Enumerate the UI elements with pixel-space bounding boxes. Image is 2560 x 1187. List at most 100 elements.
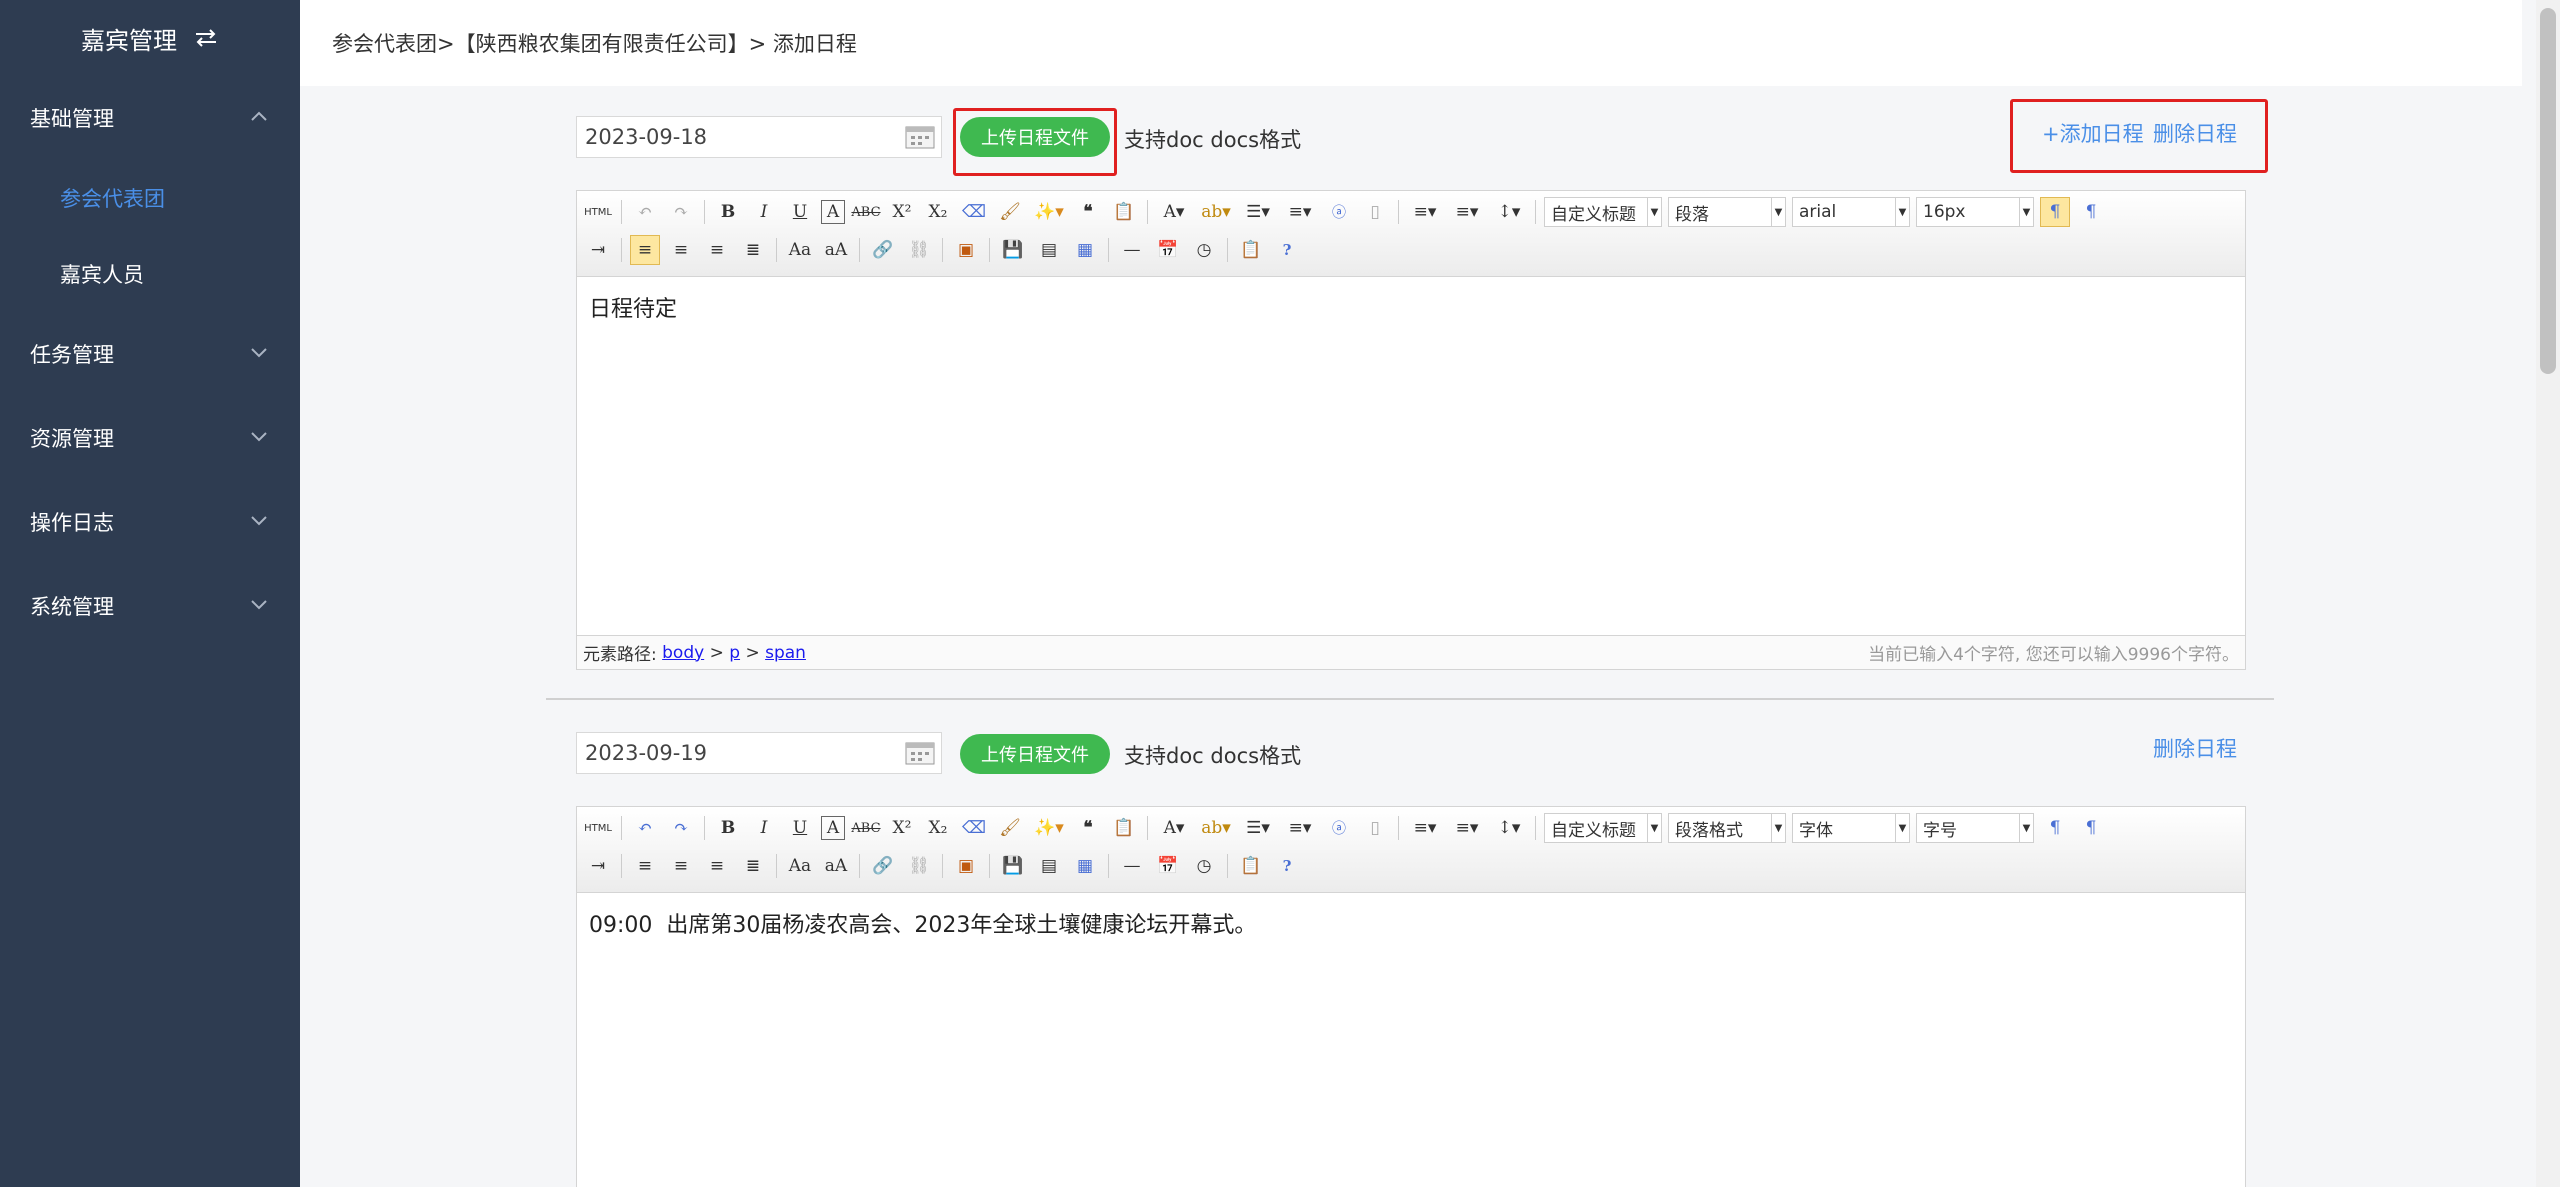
sidebar-item-delegation[interactable]: 参会代表团 <box>0 160 300 236</box>
menu-system-management[interactable]: 系统管理 <box>0 564 300 648</box>
calendar-icon[interactable] <box>905 124 935 150</box>
unlink-icon[interactable]: ⛓ <box>904 851 934 881</box>
editor-content[interactable]: 09:00 出席第30届杨凌农高会、2023年全球土壤健康论坛开幕式。 <box>577 893 2245 953</box>
font-family-select[interactable]: 字体 ▼ <box>1792 813 1910 843</box>
to-lowercase-icon[interactable]: aA <box>821 235 851 265</box>
ltr-direction-icon[interactable]: ¶ <box>2040 813 2070 843</box>
auto-format-icon[interactable]: ✨▾ <box>1031 197 1067 227</box>
redo-icon[interactable]: ↷ <box>666 197 696 227</box>
superscript-icon[interactable]: X² <box>887 197 917 227</box>
redo-icon[interactable]: ↷ <box>666 813 696 843</box>
superscript-icon[interactable]: X² <box>887 813 917 843</box>
italic-icon[interactable]: I <box>749 813 779 843</box>
undo-icon[interactable]: ↶ <box>630 197 660 227</box>
undo-icon[interactable]: ↶ <box>630 813 660 843</box>
strikethrough-icon[interactable]: ABC <box>851 197 881 227</box>
save-icon[interactable]: 💾 <box>998 851 1028 881</box>
row-spacing-bottom-icon[interactable]: ≡▾ <box>1449 197 1485 227</box>
ordered-list-icon[interactable]: ☰▾ <box>1240 197 1276 227</box>
line-height-icon[interactable]: ↕▾ <box>1491 197 1527 227</box>
underline-icon[interactable]: U <box>785 813 815 843</box>
to-lowercase-icon[interactable]: aA <box>821 851 851 881</box>
font-color-icon[interactable]: A▾ <box>1156 813 1192 843</box>
rtl-direction-icon[interactable]: ¶ <box>2076 197 2106 227</box>
insert-date-icon[interactable]: 📅 <box>1153 851 1183 881</box>
paste-plain-icon[interactable]: 📋 <box>1109 813 1139 843</box>
align-left-icon[interactable]: ≡ <box>630 235 660 265</box>
rich-text-editor[interactable]: HTML ↶ ↷ B I U A ABC X² X₂ ⌫ 🖌 ✨▾ ❝ 📋 A▾… <box>576 806 2246 1187</box>
unordered-list-icon[interactable]: ≡▾ <box>1282 197 1318 227</box>
insert-code-icon[interactable]: ▦ <box>1070 851 1100 881</box>
ordered-list-icon[interactable]: ☰▾ <box>1240 813 1276 843</box>
insert-time-icon[interactable]: ◷ <box>1189 851 1219 881</box>
align-right-icon[interactable]: ≡ <box>702 235 732 265</box>
scrollbar-thumb[interactable] <box>2540 8 2556 374</box>
align-justify-icon[interactable]: ≣ <box>738 235 768 265</box>
row-spacing-bottom-icon[interactable]: ≡▾ <box>1449 813 1485 843</box>
html-source-icon[interactable]: HTML <box>583 197 613 227</box>
paragraph-select[interactable]: 段落 ▼ <box>1668 197 1786 227</box>
editor-content[interactable]: 日程待定 <box>577 277 2245 337</box>
menu-operation-log[interactable]: 操作日志 <box>0 480 300 564</box>
auto-format-icon[interactable]: ✨▾ <box>1031 813 1067 843</box>
eraser-icon[interactable]: ⌫ <box>959 813 989 843</box>
strikethrough-icon[interactable]: ABC <box>851 813 881 843</box>
blockquote-icon[interactable]: ❝ <box>1073 813 1103 843</box>
help-icon[interactable]: ? <box>1272 851 1302 881</box>
insert-frame-icon[interactable]: ▤ <box>1034 851 1064 881</box>
align-center-icon[interactable]: ≡ <box>666 235 696 265</box>
font-family-select[interactable]: arial ▼ <box>1792 197 1910 227</box>
rich-text-editor[interactable]: HTML ↶ ↷ B I U A ABC X² X₂ ⌫ 🖌 ✨▾ ❝ 📋 A▾… <box>576 190 2246 670</box>
paste-plain-icon[interactable]: 📋 <box>1109 197 1139 227</box>
format-brush-icon[interactable]: 🖌 <box>995 197 1025 227</box>
link-icon[interactable]: 🔗 <box>868 235 898 265</box>
collapse-toggle-icon[interactable] <box>193 27 219 49</box>
align-left-icon[interactable]: ≡ <box>630 851 660 881</box>
select-all-icon[interactable]: ⓐ <box>1324 197 1354 227</box>
insert-image-icon[interactable]: ▣ <box>951 235 981 265</box>
insert-frame-icon[interactable]: ▤ <box>1034 235 1064 265</box>
html-source-icon[interactable]: HTML <box>583 813 613 843</box>
insert-time-icon[interactable]: ◷ <box>1189 235 1219 265</box>
line-height-icon[interactable]: ↕▾ <box>1491 813 1527 843</box>
calendar-icon[interactable] <box>905 740 935 766</box>
ltr-direction-icon[interactable]: ¶ <box>2040 197 2070 227</box>
underline-icon[interactable]: U <box>785 197 815 227</box>
bold-icon[interactable]: B <box>713 197 743 227</box>
unordered-list-icon[interactable]: ≡▾ <box>1282 813 1318 843</box>
horizontal-rule-icon[interactable]: — <box>1117 851 1147 881</box>
path-link-p[interactable]: p <box>729 643 740 663</box>
insert-image-icon[interactable]: ▣ <box>951 851 981 881</box>
font-size-select[interactable]: 16px ▼ <box>1916 197 2034 227</box>
heading-select[interactable]: 自定义标题 ▼ <box>1544 197 1662 227</box>
subscript-icon[interactable]: X₂ <box>923 813 953 843</box>
align-center-icon[interactable]: ≡ <box>666 851 696 881</box>
menu-basic-management[interactable]: 基础管理 <box>0 76 300 160</box>
bold-icon[interactable]: B <box>713 813 743 843</box>
blockquote-icon[interactable]: ❝ <box>1073 197 1103 227</box>
menu-task-management[interactable]: 任务管理 <box>0 312 300 396</box>
to-uppercase-icon[interactable]: Aa <box>785 235 815 265</box>
paste-icon[interactable]: 📋 <box>1236 851 1266 881</box>
to-uppercase-icon[interactable]: Aa <box>785 851 815 881</box>
font-border-icon[interactable]: A <box>821 816 845 840</box>
rtl-direction-icon[interactable]: ¶ <box>2076 813 2106 843</box>
help-icon[interactable]: ? <box>1272 235 1302 265</box>
path-link-span[interactable]: span <box>765 643 806 663</box>
insert-date-icon[interactable]: 📅 <box>1153 235 1183 265</box>
indent-icon[interactable]: ⇥ <box>583 235 613 265</box>
font-border-icon[interactable]: A <box>821 200 845 224</box>
align-justify-icon[interactable]: ≣ <box>738 851 768 881</box>
unlink-icon[interactable]: ⛓ <box>904 235 934 265</box>
paragraph-select[interactable]: 段落格式 ▼ <box>1668 813 1786 843</box>
delete-schedule-link[interactable]: 删除日程 <box>2153 733 2237 763</box>
menu-resource-management[interactable]: 资源管理 <box>0 396 300 480</box>
upload-schedule-button[interactable]: 上传日程文件 <box>960 734 1110 774</box>
date-picker[interactable]: 2023-09-19 <box>576 732 942 774</box>
subscript-icon[interactable]: X₂ <box>923 197 953 227</box>
eraser-icon[interactable]: ⌫ <box>959 197 989 227</box>
save-icon[interactable]: 💾 <box>998 235 1028 265</box>
horizontal-rule-icon[interactable]: — <box>1117 235 1147 265</box>
select-all-icon[interactable]: ⓐ <box>1324 813 1354 843</box>
sidebar-item-guests[interactable]: 嘉宾人员 <box>0 236 300 312</box>
